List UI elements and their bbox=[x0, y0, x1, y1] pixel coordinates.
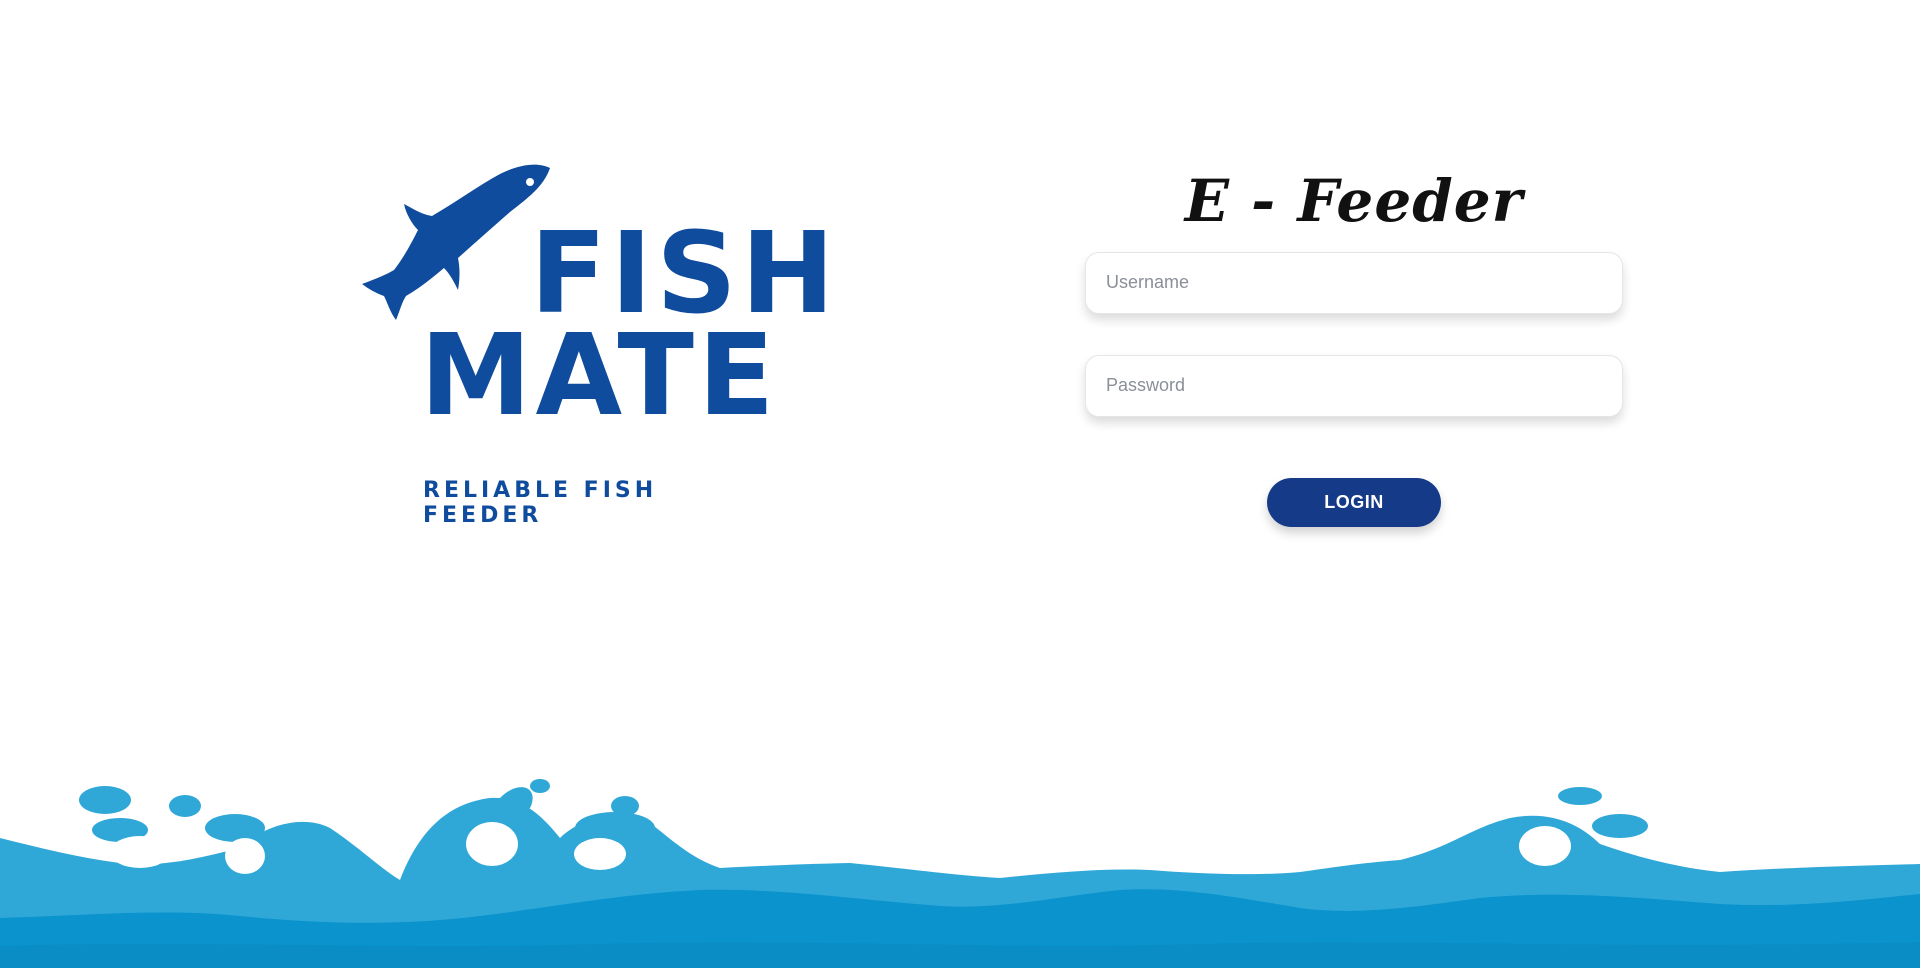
brand-logo: FISH MATE RELIABLE FISH FEEDER bbox=[360, 160, 835, 528]
login-form: E - Feeder LOGIN bbox=[1085, 160, 1623, 527]
login-button[interactable]: LOGIN bbox=[1267, 477, 1441, 527]
password-input[interactable] bbox=[1085, 354, 1623, 417]
login-page: FISH MATE RELIABLE FISH FEEDER E - Feede… bbox=[0, 0, 1920, 968]
logo-text-mate: MATE bbox=[420, 311, 779, 441]
ocean-waves-decoration bbox=[0, 779, 1920, 968]
username-input[interactable] bbox=[1085, 251, 1623, 314]
app-title: E - Feeder bbox=[1184, 167, 1524, 235]
brand-tagline: RELIABLE FISH FEEDER bbox=[423, 478, 658, 528]
